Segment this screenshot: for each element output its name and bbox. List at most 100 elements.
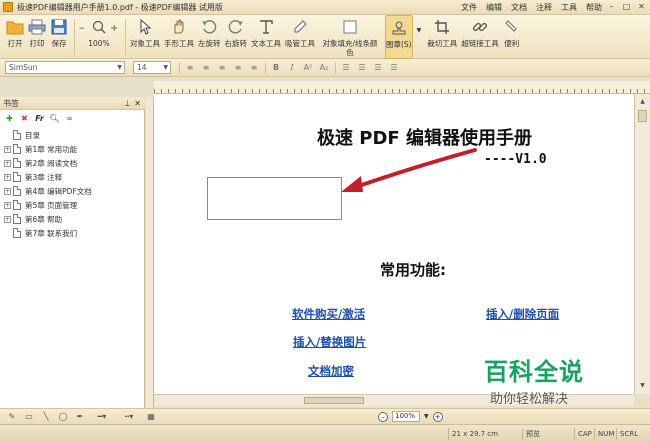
line-width-icon[interactable]: ━▾ [91, 411, 113, 423]
bookmark-label: 第4章 编辑PDF文档 [25, 186, 92, 196]
rotate-left-label: 左旋转 [198, 39, 221, 48]
status-bar: 21 x 29.7 cm 预览 CAP NUM SCRL [0, 424, 650, 442]
expand-icon[interactable]: + [4, 215, 11, 223]
print-button[interactable]: 打印 [28, 15, 46, 59]
font-size-select[interactable]: 14 ▼ [133, 61, 171, 74]
align-left-icon[interactable]: ≡ [184, 62, 196, 74]
menu-tools[interactable]: 工具 [561, 2, 577, 13]
rotate-left-button[interactable]: 左旋转 [198, 15, 221, 59]
link-purchase-activate[interactable]: 软件购买/激活 [292, 306, 365, 322]
expand-icon[interactable]: + [4, 201, 11, 209]
menu-document[interactable]: 文档 [511, 2, 527, 13]
bookmark-item[interactable]: + 第5章 页面管理 [4, 198, 92, 212]
line-style-icon[interactable]: ┅▾ [118, 411, 140, 423]
justify-icon[interactable]: ≡ [232, 62, 244, 74]
crop-button[interactable]: 裁切工具 [427, 15, 457, 59]
indent-icon[interactable]: ≡ [248, 62, 260, 74]
pencil-icon[interactable]: ✎ [6, 411, 18, 423]
line-icon[interactable]: ╲ [40, 411, 52, 423]
text-tool-button[interactable]: 文本工具 [251, 15, 281, 59]
add-bookmark-icon[interactable]: ✚ [4, 113, 15, 124]
more-tool-label: 便利 [504, 39, 520, 48]
hyperlink-button[interactable]: 超链接工具 [461, 15, 499, 59]
expand-icon[interactable]: + [4, 187, 11, 195]
scroll-up-icon[interactable]: ▲ [637, 96, 648, 107]
rotate-right-button[interactable]: 右旋转 [225, 15, 247, 59]
delete-bookmark-icon[interactable]: ✖ [19, 113, 30, 124]
bookmark-item[interactable]: 第7章 联系我们 [4, 226, 92, 240]
zoom-in-icon[interactable]: + [432, 411, 443, 422]
document-page[interactable]: 极速 PDF 编辑器使用手册 ----V1.0 常用功能: 软件购买/激活 插入… [154, 94, 634, 394]
minimize-icon[interactable]: – [605, 1, 618, 13]
bookmark-item[interactable]: + 第1章 常用功能 [4, 142, 92, 156]
bookmark-item[interactable]: 目录 [4, 128, 92, 142]
bookmark-label: 第7章 联系我们 [25, 228, 78, 238]
border-icon[interactable]: ▦ [145, 411, 157, 423]
bookmark-item[interactable]: + 第2章 阅读文档 [4, 156, 92, 170]
close-icon[interactable]: ✕ [134, 97, 141, 110]
format-bar: SimSun ▼ 14 ▼ ≡ ≡ ≡ ≡ ≡ B I A² A₂ ☰ ☰ ☰ … [0, 59, 650, 77]
align-center-icon[interactable]: ≡ [200, 62, 212, 74]
link-insert-replace-image[interactable]: 插入/替换图片 [293, 334, 366, 350]
bookmark-item[interactable]: + 第4章 编辑PDF文档 [4, 184, 92, 198]
expand-icon[interactable]: + [4, 145, 11, 153]
pen-icon[interactable]: ✒ [74, 411, 86, 423]
hand-icon [170, 18, 188, 36]
menu-help[interactable]: 帮助 [586, 2, 602, 13]
search-icon[interactable]: 🔍︎ [49, 113, 60, 124]
list-icon[interactable]: ☰ [340, 62, 352, 74]
vertical-scrollbar[interactable]: ▲ ▼ [634, 94, 650, 394]
italic-icon[interactable]: I [286, 62, 298, 74]
scroll-thumb[interactable] [638, 110, 647, 122]
scroll-down-icon[interactable]: ▼ [637, 380, 648, 391]
close-icon[interactable]: ✕ [635, 1, 648, 13]
red-arrow-icon [341, 148, 477, 192]
bookmark-item[interactable]: + 第6章 帮助 [4, 212, 92, 226]
object-tool-button[interactable]: 对象工具 [130, 15, 160, 59]
rectangle-icon[interactable]: ▭ [23, 411, 35, 423]
view-mode: 预览 [522, 428, 574, 440]
list-icon[interactable]: ☰ [356, 62, 368, 74]
subscript-icon[interactable]: A₂ [318, 62, 330, 74]
superscript-icon[interactable]: A² [302, 62, 314, 74]
zoom-control[interactable]: – + 100% [79, 15, 119, 59]
format-separator [265, 61, 266, 74]
rename-bookmark-icon[interactable]: Fr [34, 113, 45, 124]
link-document-encryption[interactable]: 文档加密 [308, 363, 354, 379]
pin-icon[interactable]: ⊥ [124, 97, 131, 110]
expand-icon[interactable]: + [4, 173, 11, 181]
open-button[interactable]: 打开 [6, 15, 24, 59]
bookmark-item[interactable]: + 第3章 注释 [4, 170, 92, 184]
align-right-icon[interactable]: ≡ [216, 62, 228, 74]
menu-file[interactable]: 文件 [461, 2, 477, 13]
bookmark-label: 第6章 帮助 [25, 214, 63, 224]
font-family-select[interactable]: SimSun ▼ [5, 61, 125, 74]
link-insert-delete-page[interactable]: 插入/删除页面 [486, 306, 559, 322]
menu-edit[interactable]: 编辑 [486, 2, 502, 13]
more-tool-button[interactable]: 便利 [503, 15, 521, 59]
stamp-dropdown[interactable]: ▼ [417, 15, 422, 59]
zoom-input[interactable]: 100% [392, 411, 420, 422]
save-button[interactable]: 保存 [50, 15, 68, 59]
bold-icon[interactable]: B [270, 62, 282, 74]
vertical-ruler [146, 97, 154, 408]
selection-box[interactable] [207, 177, 342, 220]
stamp-button[interactable]: 图章(S) [385, 15, 413, 59]
binoculars-icon[interactable]: ∞ [64, 113, 75, 124]
page-icon [13, 186, 21, 196]
object-fill-button[interactable]: 对象填充/线条颜色 [319, 15, 381, 59]
zoom-out-icon[interactable]: – [378, 411, 388, 422]
window-title: 极速PDF编辑器用户手册1.0.pdf - 极速PDF编辑器 试用版 [17, 2, 223, 12]
chevron-down-icon[interactable]: ▼ [424, 413, 429, 420]
ellipse-icon[interactable]: ◯ [57, 411, 69, 423]
scroll-thumb[interactable] [304, 397, 364, 404]
list-icon[interactable]: ☰ [372, 62, 384, 74]
expand-icon[interactable]: + [4, 159, 11, 167]
maximize-icon[interactable]: □ [620, 1, 633, 13]
rotate-left-icon [200, 18, 218, 36]
hand-tool-button[interactable]: 手形工具 [164, 15, 194, 59]
menu-comment[interactable]: 注释 [536, 2, 552, 13]
list-icon[interactable]: ☰ [388, 62, 400, 74]
fill-color-icon [341, 18, 359, 36]
eyedropper-button[interactable]: 吸管工具 [285, 15, 315, 59]
